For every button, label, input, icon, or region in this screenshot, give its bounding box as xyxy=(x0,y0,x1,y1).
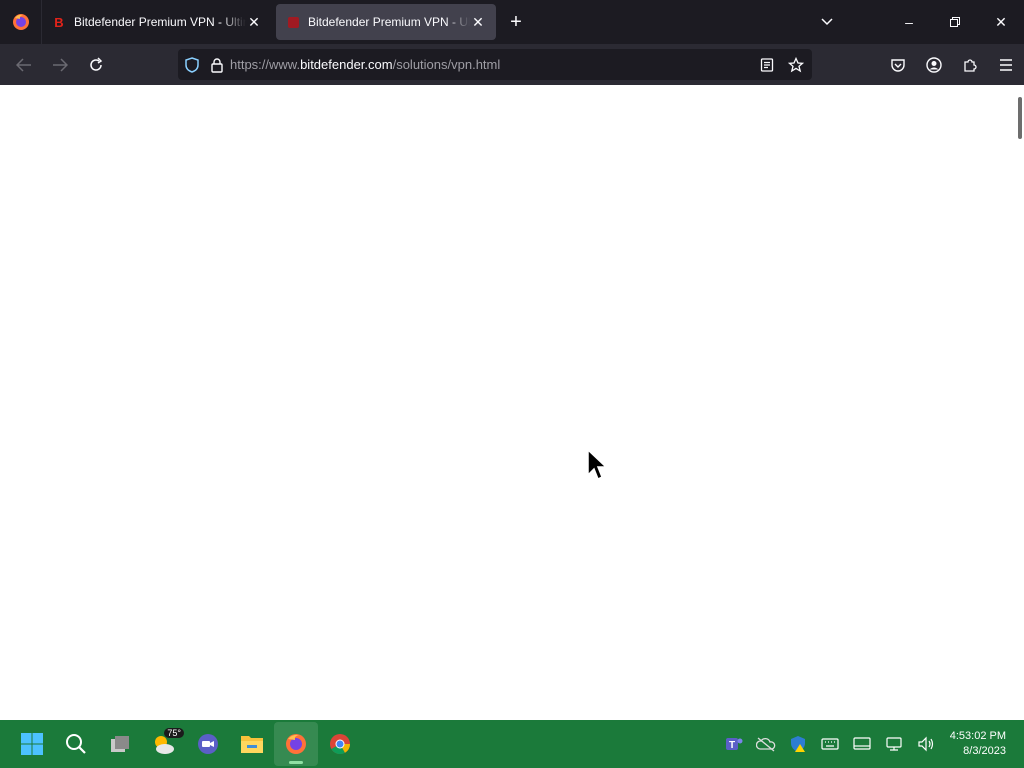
extensions-puzzle-icon[interactable] xyxy=(952,49,988,81)
tab-title: Bitdefender Premium VPN - Ultimate Priva… xyxy=(308,15,470,29)
firefox-taskbar-icon[interactable] xyxy=(274,722,318,766)
bookmark-star-icon[interactable] xyxy=(788,56,804,73)
reader-view-icon[interactable] xyxy=(760,57,774,72)
svg-text:T: T xyxy=(729,740,735,751)
onedrive-offline-icon[interactable] xyxy=(750,720,782,768)
close-tab-icon[interactable]: ✕ xyxy=(470,14,486,30)
new-tab-button[interactable]: + xyxy=(496,0,536,44)
list-all-tabs-chevron-icon[interactable] xyxy=(804,0,850,44)
weather-temperature-badge: 75° xyxy=(164,728,184,738)
search-icon[interactable] xyxy=(54,722,98,766)
tab-bar: B Bitdefender Premium VPN - Ultimate Pri… xyxy=(0,0,1024,44)
navigation-toolbar: https://www.bitdefender.com/solutions/vp… xyxy=(0,44,1024,85)
windows-taskbar: 75° T 4:53:02 PM 8/3/2023 xyxy=(0,720,1024,768)
clock-time: 4:53:02 PM xyxy=(949,730,1006,742)
mouse-cursor-icon xyxy=(586,448,608,488)
back-button[interactable] xyxy=(6,49,42,81)
pocket-icon[interactable] xyxy=(880,49,916,81)
tab-title: Bitdefender Premium VPN - Ultimate Priva… xyxy=(74,15,246,29)
display-icon[interactable] xyxy=(846,720,878,768)
windows-logo-icon xyxy=(21,733,43,755)
url-path: /solutions/vpn.html xyxy=(392,57,501,72)
restore-button[interactable] xyxy=(932,0,978,44)
firefox-menu-button[interactable] xyxy=(0,0,42,44)
tab-2[interactable]: Bitdefender Premium VPN - Ultimate Priva… xyxy=(276,4,496,40)
tracking-protection-shield-icon[interactable] xyxy=(184,56,200,73)
lock-icon[interactable] xyxy=(210,57,224,73)
account-icon[interactable] xyxy=(916,49,952,81)
url-text[interactable]: https://www.bitdefender.com/solutions/vp… xyxy=(230,57,500,72)
close-window-button[interactable]: ✕ xyxy=(978,0,1024,44)
system-tray: T 4:53:02 PM 8/3/2023 xyxy=(718,720,1024,768)
task-view-icon[interactable] xyxy=(98,722,142,766)
weather-widget-icon[interactable]: 75° xyxy=(142,722,186,766)
firefox-icon xyxy=(12,14,29,30)
bitdefender-favicon-icon xyxy=(286,15,300,29)
security-warning-icon[interactable] xyxy=(782,720,814,768)
scrollbar-thumb[interactable] xyxy=(1018,97,1022,139)
url-domain: bitdefender.com xyxy=(300,57,393,72)
tab-1[interactable]: B Bitdefender Premium VPN - Ultimate Pri… xyxy=(42,4,272,40)
keyboard-icon[interactable] xyxy=(814,720,846,768)
address-bar[interactable]: https://www.bitdefender.com/solutions/vp… xyxy=(178,49,812,80)
teams-icon[interactable]: T xyxy=(718,720,750,768)
meet-video-icon[interactable] xyxy=(186,722,230,766)
reload-button[interactable] xyxy=(78,49,114,81)
volume-icon[interactable] xyxy=(910,720,942,768)
bitdefender-favicon-icon: B xyxy=(54,14,64,30)
hamburger-menu-icon[interactable] xyxy=(988,49,1024,81)
network-icon[interactable] xyxy=(878,720,910,768)
minimize-button[interactable]: – xyxy=(886,0,932,44)
clock-date: 8/3/2023 xyxy=(963,745,1006,757)
file-explorer-icon[interactable] xyxy=(230,722,274,766)
close-tab-icon[interactable]: ✕ xyxy=(246,14,262,30)
forward-button[interactable] xyxy=(42,49,78,81)
page-content[interactable] xyxy=(0,85,1024,720)
chrome-icon[interactable] xyxy=(318,722,362,766)
clock[interactable]: 4:53:02 PM 8/3/2023 xyxy=(942,729,1024,759)
start-button[interactable] xyxy=(10,722,54,766)
url-prefix: https://www. xyxy=(230,57,301,72)
